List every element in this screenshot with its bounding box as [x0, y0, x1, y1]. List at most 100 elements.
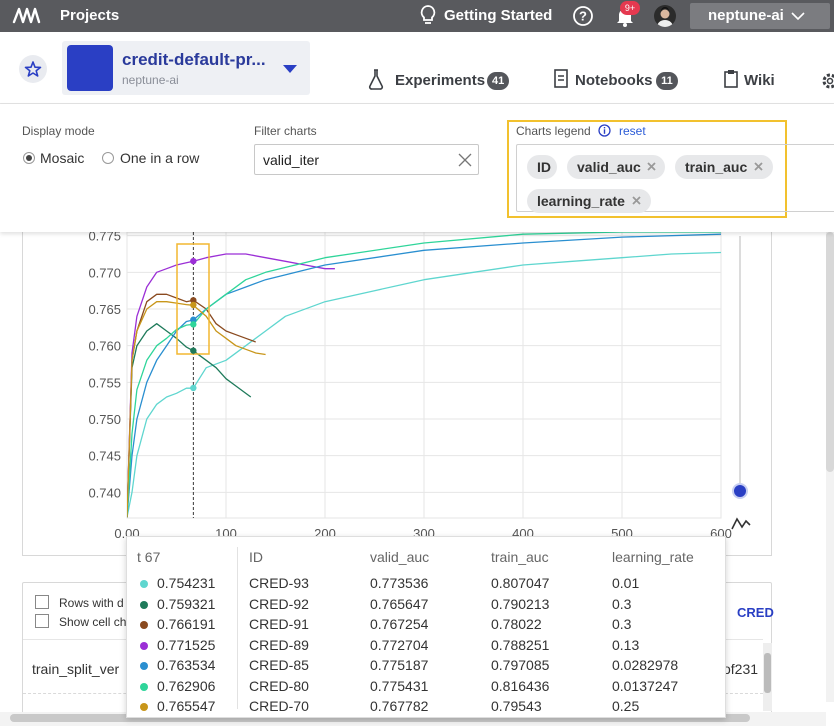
remove-chip-icon[interactable] [753, 161, 764, 172]
mosaic-label[interactable]: Mosaic [40, 150, 84, 166]
tooltip-cell-valid-auc: 0.772704 [370, 636, 429, 653]
tooltip-header-train-auc: train_auc [491, 549, 549, 565]
display-mode-label: Display mode [22, 124, 95, 138]
tooltip-cell-learning-rate: 0.01 [612, 575, 640, 591]
top-bar: Projects Getting Started ? 9+ neptune-ai [0, 0, 834, 32]
charts-controls: Display mode Mosaic One in a row Filter … [0, 104, 834, 232]
clear-icon[interactable] [458, 153, 472, 167]
tooltip-cell-train-auc: 0.79543 [491, 698, 542, 714]
mosaic-radio[interactable] [23, 152, 35, 164]
y-tick-label: 0.760 [88, 339, 121, 354]
remove-chip-icon[interactable] [646, 161, 657, 172]
tooltip-cell-value: 0.759321 [157, 595, 216, 612]
zoom-slider-handle[interactable] [732, 483, 748, 499]
tooltip-cell-value: 0.765547 [157, 698, 216, 714]
legend-chip-train-auc[interactable]: train_auc [675, 155, 773, 179]
organization-name: neptune-ai [708, 7, 784, 24]
filter-charts-input[interactable]: valid_iter [254, 144, 479, 175]
filter-charts-value: valid_iter [263, 152, 320, 168]
help-icon[interactable]: ? [572, 5, 594, 27]
notebooks-count-badge: 11 [656, 72, 678, 90]
y-tick-label: 0.770 [88, 265, 121, 280]
rows-with-diff-checkbox[interactable] [35, 595, 49, 609]
tab-experiments[interactable]: Experiments 41 [367, 69, 513, 92]
hover-point [190, 257, 197, 265]
series-line-3[interactable] [127, 253, 335, 518]
tooltip-cell-id: CRED-92 [249, 595, 309, 612]
project-avatar [67, 45, 113, 91]
user-avatar-icon [657, 7, 673, 27]
tooltip-header-id: ID [249, 549, 263, 565]
valid-iter-chart[interactable]: 0.00 100 200 300 400 500 6000.7400.7450.7500.7… [23, 226, 773, 556]
projects-link[interactable]: Projects [60, 7, 119, 24]
table-scrollbar-thumb[interactable] [764, 653, 771, 693]
notification-badge: 9+ [620, 1, 640, 15]
tooltip-cell-valid-auc: 0.775187 [370, 657, 429, 673]
legend-chip-id[interactable]: ID [527, 155, 557, 179]
tooltip-cell-id: CRED-80 [249, 677, 309, 694]
charts-legend-label: Charts legend [516, 124, 591, 138]
tooltip-cell-learning-rate: 0.13 [612, 636, 640, 653]
tooltip-cell-id: CRED-93 [249, 575, 309, 591]
tooltip-cell-valid-auc: 0.773536 [370, 575, 429, 591]
series-marker-icon [140, 703, 148, 711]
project-selector[interactable]: credit-default-pr... neptune-ai [62, 41, 310, 95]
one-in-row-radio[interactable] [102, 152, 114, 164]
caret-down-icon [283, 65, 297, 73]
line-chart-icon[interactable] [731, 517, 751, 530]
column-header-cred[interactable]: CRED [737, 605, 774, 620]
avatar[interactable] [654, 5, 676, 27]
getting-started-link[interactable]: Getting Started [444, 7, 552, 24]
tab-wiki[interactable]: Wiki [722, 70, 782, 92]
tooltip-cell-valid-auc: 0.775431 [370, 677, 429, 694]
tooltip-cell-learning-rate: 0.25 [612, 698, 640, 714]
tab-experiments-label: Experiments [395, 72, 486, 89]
legend-reset-link[interactable]: reset [619, 124, 646, 138]
series-marker-icon [140, 621, 148, 629]
series-line-6[interactable] [127, 301, 266, 518]
tooltip-cell-train-auc: 0.807047 [491, 575, 550, 591]
show-cell-changes-checkbox[interactable] [35, 614, 49, 628]
lightbulb-icon[interactable] [418, 4, 438, 26]
tooltip-cell-train-auc: 0.788251 [491, 636, 550, 653]
series-line-2[interactable] [127, 293, 256, 518]
tab-notebooks-label: Notebooks [575, 72, 653, 89]
y-tick-label: 0.740 [88, 485, 121, 500]
legend-chips-input[interactable]: ID valid_auc train_auc learning_rate [516, 144, 834, 213]
series-marker-icon [140, 682, 148, 691]
chart-side-controls [731, 236, 751, 530]
tooltip-cell-value: 0.754231 [157, 575, 216, 591]
show-cell-changes-label: Show cell ch [59, 615, 127, 629]
legend-chip-valid-auc[interactable]: valid_auc [567, 155, 665, 179]
tooltip-separator [237, 547, 238, 709]
chart-hover-tooltip: t 67 ID valid_auc train_auc learning_rat… [126, 536, 726, 718]
filter-charts-label: Filter charts [254, 124, 317, 138]
svg-text:?: ? [579, 9, 587, 24]
gear-icon[interactable] [818, 70, 834, 92]
tooltip-cell-id: CRED-85 [249, 657, 309, 673]
series-marker-icon [140, 662, 148, 670]
page-scrollbar-thumb[interactable] [826, 232, 834, 472]
series-marker-icon [140, 580, 148, 588]
tooltip-cell-valid-auc: 0.767254 [370, 616, 429, 632]
tab-notebooks[interactable]: Notebooks 11 [552, 69, 682, 92]
hover-point [190, 384, 197, 392]
legend-chip-learning-rate[interactable]: learning_rate [527, 189, 651, 213]
neptune-logo-icon[interactable] [12, 4, 42, 28]
remove-chip-icon[interactable] [631, 195, 642, 206]
tooltip-x-label: t 67 [137, 549, 161, 565]
tooltip-cell-value: 0.762906 [157, 677, 216, 694]
info-icon[interactable] [598, 124, 611, 137]
tooltip-cell-value: 0.766191 [157, 616, 216, 632]
hover-point [190, 347, 197, 354]
chart-card: 0.00 100 200 300 400 500 600 0.740 0.745 0.750 0.7… [22, 226, 772, 556]
organization-selector[interactable]: neptune-ai [690, 3, 830, 29]
star-icon [24, 61, 42, 77]
series-marker-icon [140, 641, 148, 650]
series-line-1[interactable] [127, 323, 252, 518]
favorite-button[interactable] [19, 55, 47, 83]
hover-point [190, 321, 197, 328]
parameter-name-cell: train_split_ver [32, 661, 120, 677]
tooltip-cell-learning-rate: 0.0282978 [612, 657, 679, 673]
one-in-row-label[interactable]: One in a row [120, 150, 199, 166]
